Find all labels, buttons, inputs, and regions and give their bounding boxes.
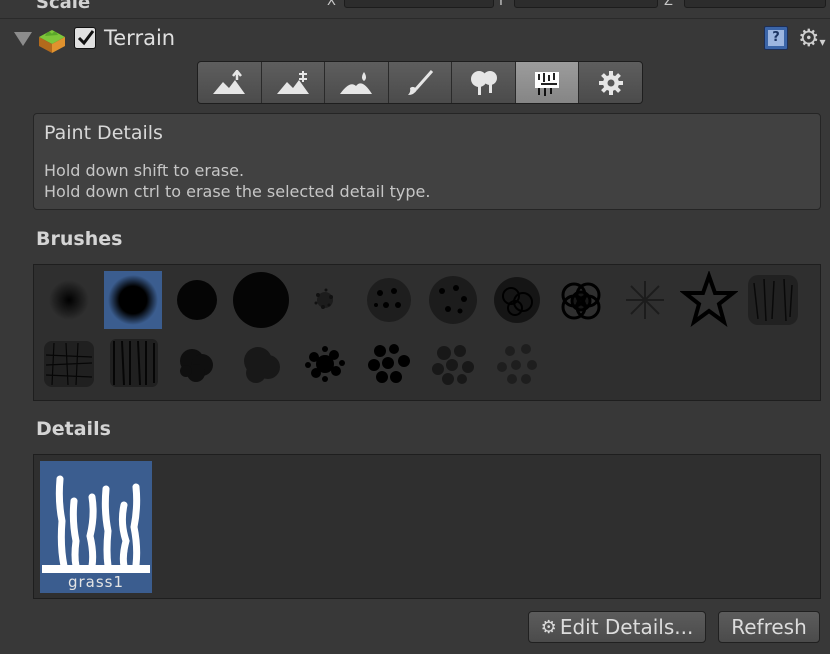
refresh-label: Refresh [731, 615, 807, 639]
tree-icon [470, 70, 497, 95]
enabled-checkbox[interactable] [74, 27, 96, 49]
tool-paint-texture[interactable] [388, 62, 453, 103]
details-label: Details [36, 418, 111, 440]
edit-details-button[interactable]: ⚙ Edit Details... [528, 611, 706, 643]
helpbox-line-shift: Hold down shift to erase. [44, 161, 245, 180]
tool-raise-lower-terrain[interactable] [198, 62, 262, 103]
brush-dots-cluster[interactable] [296, 335, 354, 393]
scale-label: Scale [36, 0, 91, 13]
edit-details-label: Edit Details... [559, 615, 694, 639]
brush-dots-speckled[interactable] [424, 335, 482, 393]
tool-terrain-settings[interactable] [579, 62, 642, 103]
tool-place-trees[interactable] [452, 62, 516, 103]
transform-scale-row: Scale X Y Z [0, 0, 830, 19]
scale-y-field[interactable] [514, 0, 658, 8]
brush-icon [408, 69, 434, 95]
brush-star[interactable] [680, 271, 738, 329]
foldout-arrow-icon[interactable] [14, 32, 32, 46]
brush-star-burst[interactable] [616, 271, 674, 329]
brush-soft-medium[interactable] [104, 271, 162, 329]
mountain-up-icon [213, 69, 246, 94]
brush-speckle-dense[interactable] [424, 271, 482, 329]
terrain-tool-toolbar [197, 61, 643, 104]
gear-icon: ⚙ [540, 616, 557, 638]
brush-hard-medium[interactable] [168, 271, 226, 329]
brush-texture-rough[interactable] [744, 271, 802, 329]
tool-paint-height[interactable] [261, 62, 326, 103]
brush-rings[interactable] [552, 271, 610, 329]
terrain-component-header: Terrain ? ⚙▾ [0, 22, 830, 56]
scale-z-field[interactable] [684, 0, 826, 8]
brush-speckle-medium[interactable] [360, 271, 418, 329]
brush-dots-faint[interactable] [488, 335, 546, 393]
brush-speckle-small[interactable] [296, 271, 354, 329]
z-axis-label: Z [664, 0, 673, 9]
tool-smooth-height[interactable] [325, 62, 389, 103]
scale-x-field[interactable] [344, 0, 494, 8]
brush-cloud-soft[interactable] [232, 335, 290, 393]
brush-texture-streaks[interactable] [104, 335, 162, 393]
terrain-icon [39, 30, 65, 53]
details-icon [535, 71, 560, 96]
gear-icon[interactable]: ⚙▾ [798, 26, 830, 51]
checkmark-icon [77, 30, 95, 46]
brushes-grid [33, 264, 821, 401]
refresh-button[interactable]: Refresh [718, 611, 820, 643]
brushes-label: Brushes [36, 228, 123, 250]
x-axis-label: X [327, 0, 336, 9]
brush-cloud-dark[interactable] [168, 335, 226, 393]
detail-name: grass1 [67, 573, 125, 591]
helpbox-line-ctrl: Hold down ctrl to erase the selected det… [44, 182, 431, 201]
tool-paint-details[interactable] [515, 62, 580, 103]
component-title: Terrain [104, 26, 176, 50]
gear-icon [598, 70, 623, 95]
help-icon[interactable]: ? [764, 26, 788, 50]
mountain-height-icon [276, 70, 309, 94]
brush-splatter[interactable] [488, 271, 546, 329]
paint-details-helpbox: Paint Details Hold down shift to erase. … [33, 113, 821, 210]
y-axis-label: Y [497, 0, 505, 9]
grass-texture-icon [42, 475, 150, 573]
helpbox-title: Paint Details [44, 122, 163, 144]
brush-soft-small[interactable] [40, 271, 98, 329]
detail-item-grass1[interactable]: grass1 [40, 461, 152, 593]
details-grid: grass1 [33, 454, 821, 599]
brush-dots-large[interactable] [360, 335, 418, 393]
mountain-smooth-icon [340, 71, 373, 94]
brush-hard-large[interactable] [232, 271, 290, 329]
brush-texture-grass[interactable] [40, 335, 98, 393]
